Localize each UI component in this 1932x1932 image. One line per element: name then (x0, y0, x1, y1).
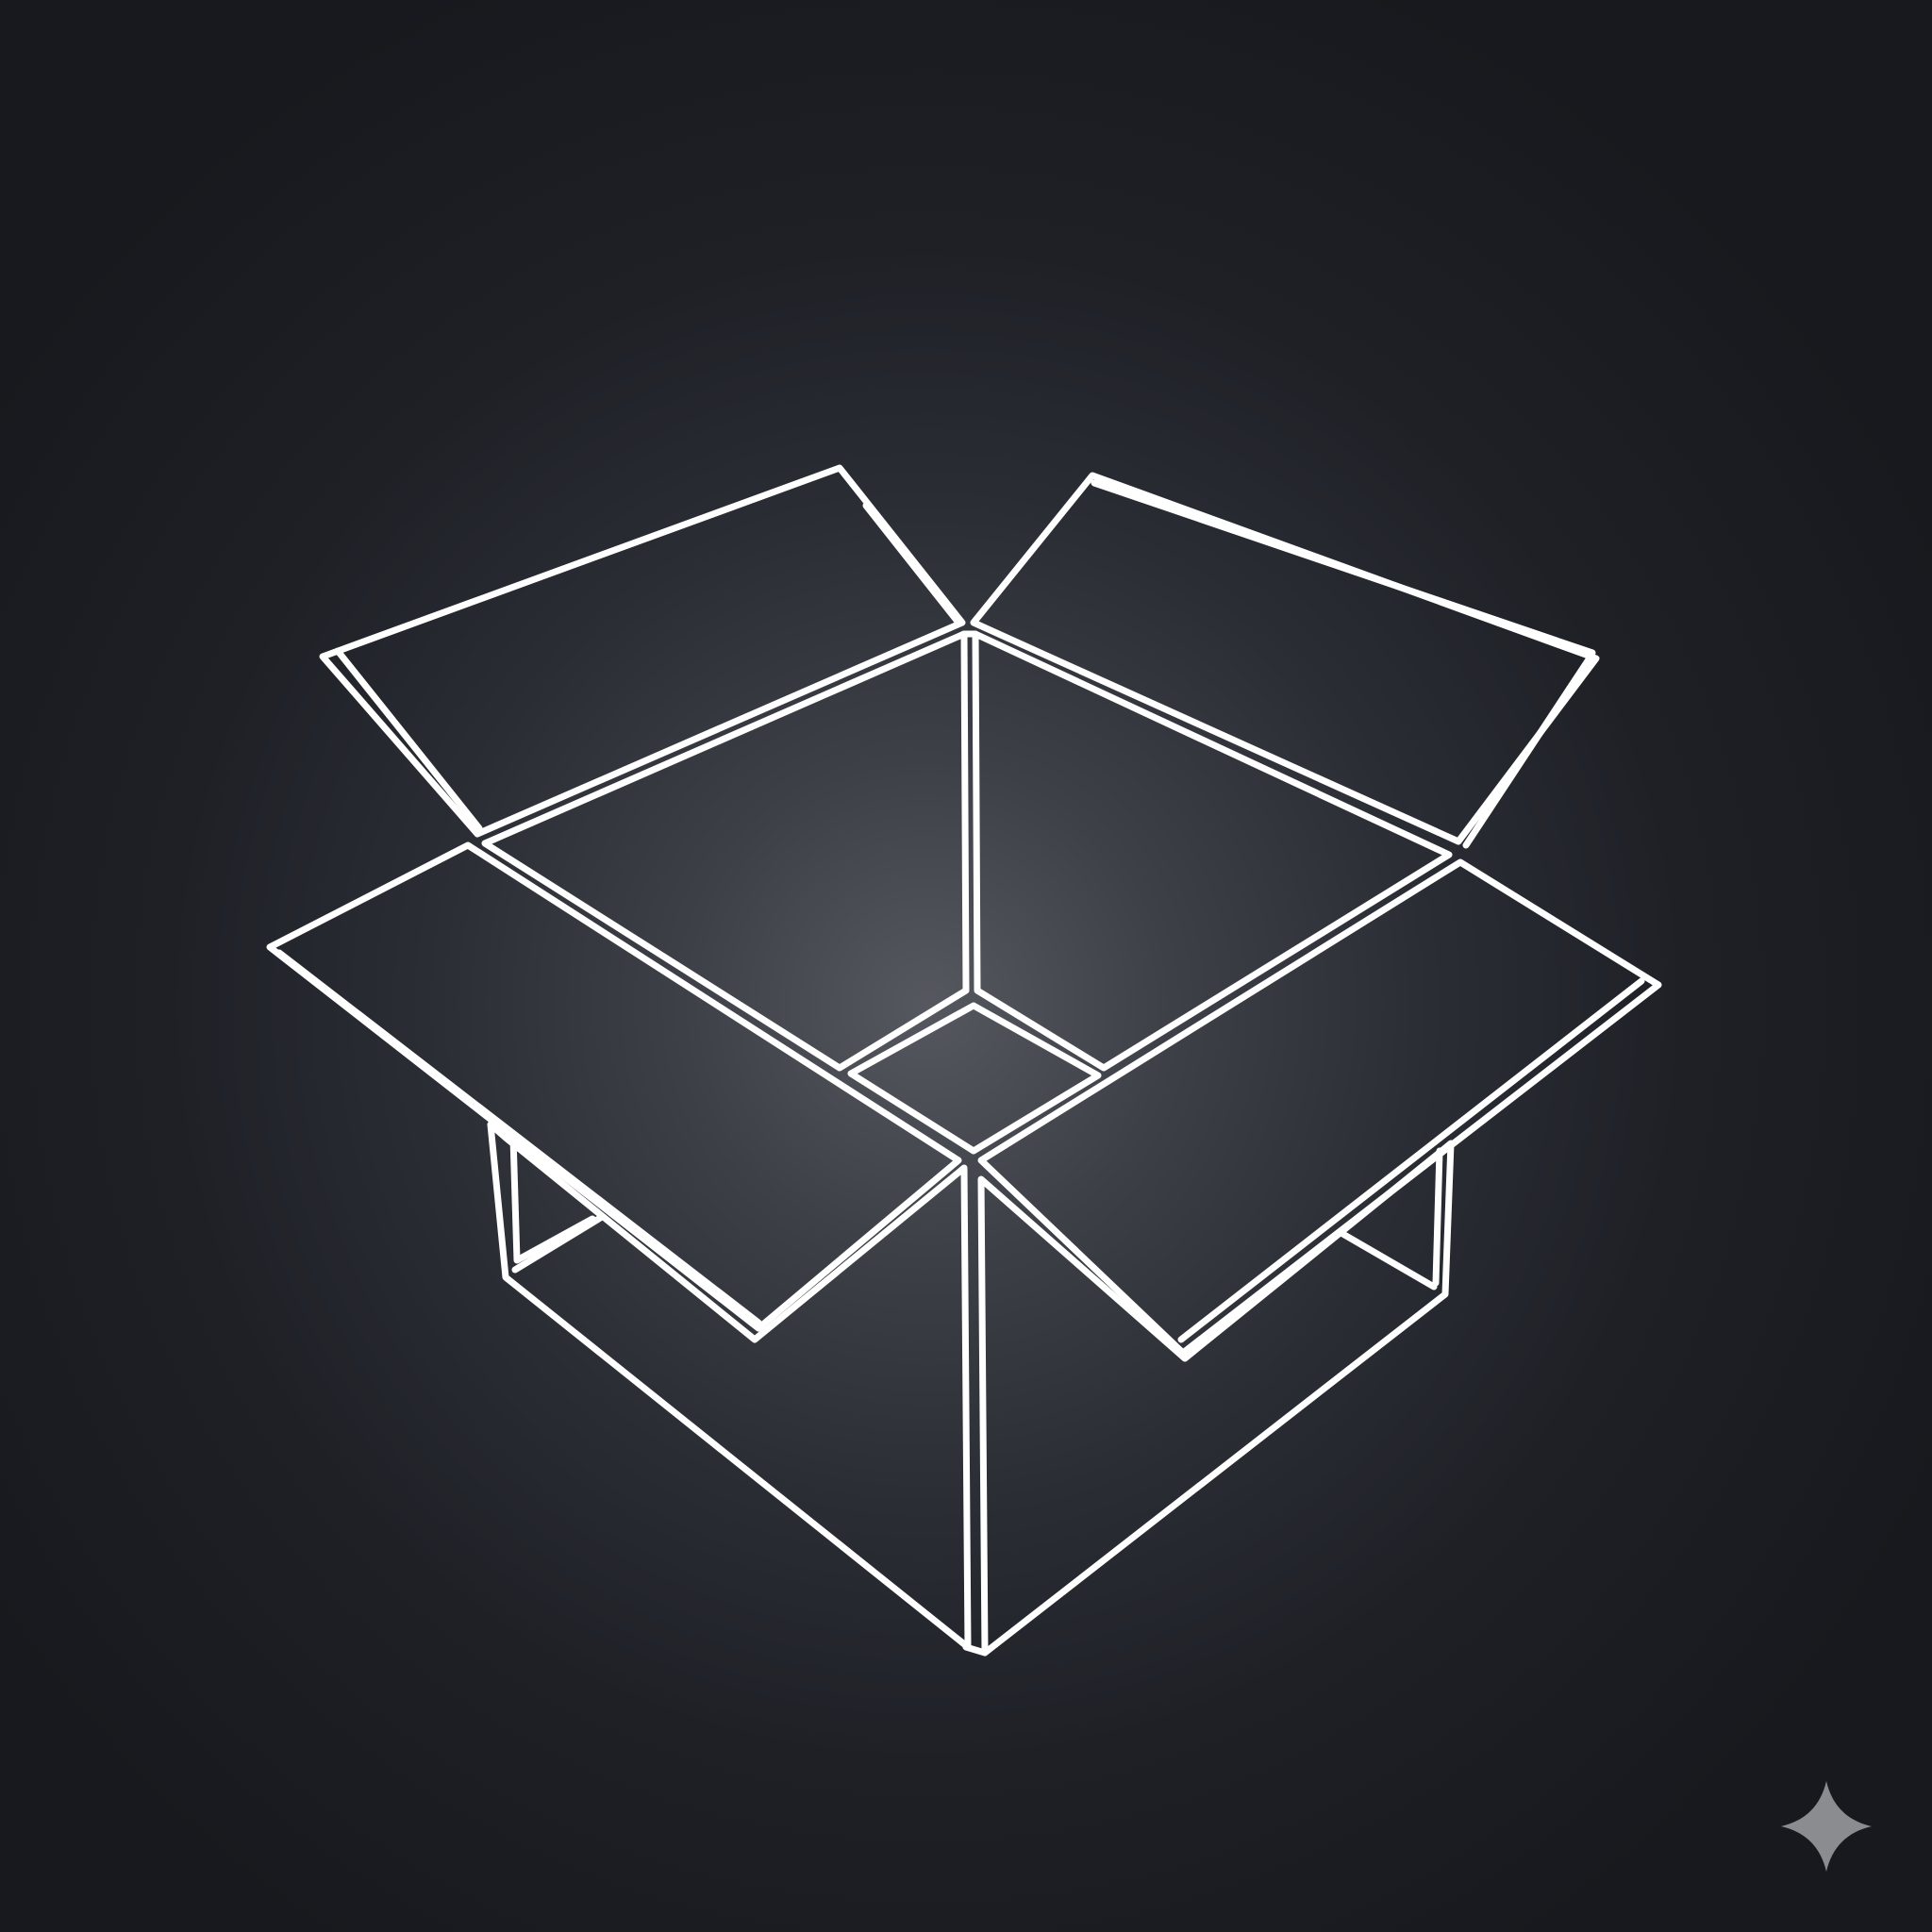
open-box-illustration (266, 464, 1662, 1657)
box-inner-rim (481, 630, 1453, 1155)
sparkle-icon (1781, 1781, 1872, 1872)
back-left-flap (319, 464, 966, 838)
canvas (0, 0, 1932, 1932)
back-right-flap (970, 472, 1600, 849)
box-body (487, 1121, 1455, 1657)
